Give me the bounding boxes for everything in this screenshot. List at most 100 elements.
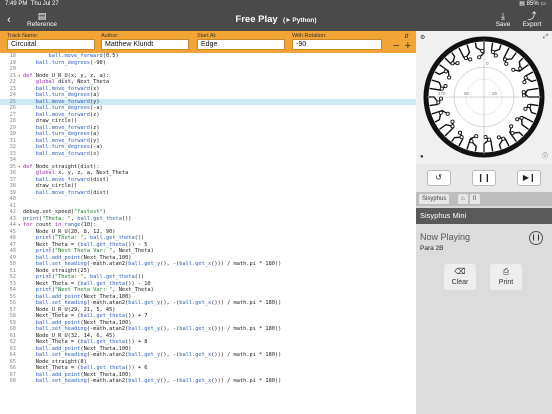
pause-icon: ❙❙ <box>477 173 491 182</box>
code-text: ball.add_point(Next_Theta,100) <box>35 371 132 378</box>
code-text: ball.move_forward(x) <box>35 85 100 92</box>
code-text: Node_straight(25) <box>23 267 90 274</box>
start-at-input[interactable]: Edge <box>197 39 285 50</box>
circuit-node <box>504 61 509 66</box>
device-panel: Now Playing Para 2B ❙❙ ⌫ Clear ⎙ Print <box>416 224 552 414</box>
page-title: Free Play (➤ Python) <box>235 14 317 25</box>
code-text: Next_Theta = (ball.get_theta()) + 7 <box>23 313 148 319</box>
code-text: Next_Theta = (ball.get_theta()) + 6 <box>23 365 148 371</box>
tab-console[interactable]: ⌷ <box>470 194 480 204</box>
printer-icon: ⎙ <box>502 267 510 276</box>
circuit-node <box>483 134 488 140</box>
code-text: ball.turn_degrees(-90) <box>35 59 106 66</box>
info-icon[interactable]: ⓘ <box>542 151 548 160</box>
circuit-node <box>496 135 501 140</box>
reference-button[interactable]: ▤ Reference <box>22 9 62 31</box>
toolbar: ‹ ▤ Reference Free Play (➤ Python) ⤓ Sav… <box>0 9 552 31</box>
rotation-input[interactable]: -90 <box>292 39 382 50</box>
circuit-node <box>463 55 468 61</box>
circuit-node <box>501 136 506 141</box>
export-icon: ⤴ <box>527 11 537 21</box>
gray-dot-icon: ● <box>420 154 424 160</box>
save-icon: ⤓ <box>501 11 505 21</box>
step-button[interactable]: ▶❙ <box>517 170 542 186</box>
device-pause-button[interactable]: ❙❙ <box>529 231 543 245</box>
code-text: def Node_straight(dist): <box>23 163 100 170</box>
circuit-node <box>439 86 444 91</box>
device-name: Sisyphus Mini <box>416 208 552 224</box>
circuit-node <box>459 135 464 140</box>
tab-sisyphus[interactable]: Sisyphus <box>419 194 450 204</box>
pause-icon: ❙❙ <box>530 235 542 241</box>
code-text: ball.move_forward(y) <box>35 98 100 105</box>
format-icon[interactable]: ⇵ <box>404 33 409 40</box>
export-label: Export <box>522 21 542 28</box>
circuit-node <box>523 75 528 80</box>
tab-home[interactable]: ⌂ <box>458 194 468 204</box>
code-text: ball.set_heading(-math.atan2(ball.get_y(… <box>35 352 282 358</box>
inner-label-right: 25 <box>492 91 498 96</box>
circuit-node <box>436 100 441 105</box>
code-text: ball.add_point(Next_Theta,100) <box>35 319 132 326</box>
code-text: print("Theta: ", ball.get_theta()) <box>35 235 145 241</box>
code-text: print("Next Theta Var: ", Next_Theta) <box>35 248 154 254</box>
eraser-icon: ⌫ <box>454 267 466 276</box>
code-text: ball.add_point(Next_Theta,100) <box>35 293 132 300</box>
code-text: print("Next Theta Var: ", Next_Theta) <box>35 287 154 293</box>
table-preview: ⚙ ⤢ ● ⓘ 0 270 50 25 <box>416 31 552 164</box>
line-number: 68 <box>9 378 16 384</box>
status-bar: 7:49 PM Thu Jul 27 ▤ 85% ▭ <box>0 0 552 9</box>
code-text: ball.turn_degrees(-a) <box>35 144 103 150</box>
back-button[interactable]: ‹ <box>4 9 14 31</box>
now-playing-track: Para 2B <box>420 245 444 252</box>
circuit-node <box>450 124 455 129</box>
author-input[interactable]: Matthew Klundt <box>101 39 189 50</box>
circuit-node <box>490 49 495 54</box>
inner-label-left: 50 <box>464 91 470 96</box>
code-editor[interactable]: 18 ball.move_forward(0.5) 19 ball.turn_de… <box>0 53 416 414</box>
restart-icon: ↺ <box>435 173 442 182</box>
circuit-node <box>527 103 532 108</box>
export-button[interactable]: ⤴ Export <box>518 9 546 31</box>
author-field: Author: Matthew Klundt <box>101 33 189 50</box>
print-button[interactable]: ⎙ Print <box>490 264 522 290</box>
print-label: Print <box>498 279 514 286</box>
circuit-node <box>493 53 498 58</box>
code-text: ball.turn_degrees(a) <box>35 92 100 98</box>
circuit-node <box>457 130 463 135</box>
font-increase-button[interactable]: + <box>405 40 411 52</box>
code-text: global dist, Next_Theta <box>35 79 110 85</box>
code-line[interactable]: 68 ball.set_heading(-math.atan2(ball.get… <box>0 378 416 385</box>
code-text: Node_straight(8) <box>23 358 87 365</box>
restart-button[interactable]: ↺ <box>426 170 451 186</box>
save-label: Save <box>495 21 511 28</box>
code-text: ball.move_forward(z) <box>35 111 100 118</box>
skip-forward-icon: ▶❙ <box>522 173 536 182</box>
font-decrease-button[interactable]: − <box>393 40 399 52</box>
status-time: 7:49 PM Thu Jul 27 <box>5 1 59 7</box>
rotation-field: With Rotation: -90 <box>292 33 382 50</box>
circuit-node <box>515 117 520 122</box>
fullscreen-icon[interactable]: ⤢ <box>543 34 548 41</box>
code-text: ball.set_heading(-math.atan2(ball.get_y(… <box>35 326 282 332</box>
panel-tabs: Sisyphus ⌂ ⌷ <box>416 192 552 206</box>
circuit-node <box>519 115 524 120</box>
pause-button[interactable]: ❙❙ <box>471 170 496 186</box>
circuit-node <box>522 80 527 85</box>
code-text: ball.add_point(Next_Theta,100) <box>35 345 132 352</box>
save-button[interactable]: ⤓ Save <box>492 9 514 31</box>
code-text: ball.turn_degrees(a) <box>35 131 100 137</box>
right-panel: ⚙ ⤢ ● ⓘ 0 270 50 25 ↺ ❙❙ ▶❙ Sisyphus ⌂ ⌷… <box>416 31 552 414</box>
settings-icon[interactable]: ⚙ <box>420 34 425 41</box>
circuit-node <box>445 111 450 116</box>
code-text: debug.set_speed("fastest") <box>23 209 106 215</box>
clear-label: Clear <box>451 279 469 286</box>
clear-button[interactable]: ⌫ Clear <box>444 264 476 290</box>
preview-svg: 0 270 50 25 <box>423 36 545 158</box>
track-name-input[interactable]: Circuital <box>7 39 95 50</box>
track-name-field: Track Name: Circuital <box>7 33 95 50</box>
code-text: def Node_U_R_U(x, y, z, a): <box>23 72 110 79</box>
circuit-node <box>447 75 452 80</box>
code-text: Node_U_R_U(32, 14, 6, 45) <box>23 332 116 339</box>
code-text: print("Theta: ", ball.get_theta()) <box>23 215 132 222</box>
